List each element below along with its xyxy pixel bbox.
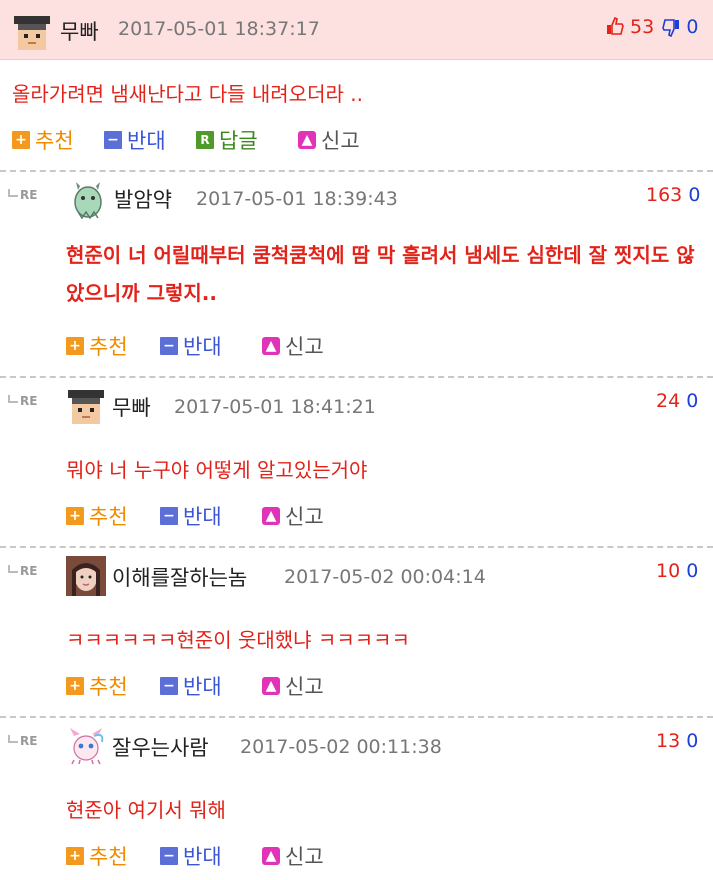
minus-icon: − xyxy=(104,131,122,149)
oppose-label: 반대 xyxy=(127,129,166,153)
reply-label: 답글 xyxy=(219,129,258,153)
siren-icon: ▲ xyxy=(262,507,280,525)
re-marker: RE xyxy=(8,734,37,748)
reply-comment: RE 잘우는사람 2017-05-02 00:11:38 13 0 현준아 여기… xyxy=(0,718,713,880)
comment-body: 현준이 너 어릴때부터 쿰척쿰척에 땀 막 흘려서 냄세도 심한데 잘 찟지도 … xyxy=(66,243,695,305)
recommend-button[interactable]: + 추천 xyxy=(66,332,128,360)
comment-body: 뭐야 너 누구야 어떻게 알고있는거야 xyxy=(66,458,368,482)
report-label: 신고 xyxy=(285,335,324,359)
upvote-count: 163 xyxy=(646,184,683,206)
reply-button[interactable]: R 답글 xyxy=(196,126,258,154)
minus-icon: − xyxy=(160,677,178,695)
downvote-count: 0 xyxy=(686,16,699,38)
comment-date: 2017-05-02 00:04:14 xyxy=(284,566,486,588)
comment-date: 2017-05-02 00:11:38 xyxy=(240,736,442,758)
plus-icon: + xyxy=(66,507,84,525)
siren-icon: ▲ xyxy=(298,131,316,149)
recommend-label: 추천 xyxy=(89,675,128,699)
re-marker: RE xyxy=(8,188,37,202)
report-label: 신고 xyxy=(285,845,324,869)
comment-body: ㅋㅋㅋㅋㅋㅋ현준이 웃대했냐 ㅋㅋㅋㅋㅋ xyxy=(66,628,410,652)
comment-header: 무빠 2017-05-01 18:37:17 53 0 xyxy=(0,0,713,60)
siren-icon: ▲ xyxy=(262,677,280,695)
comment-date: 2017-05-01 18:37:17 xyxy=(118,18,320,40)
vote-counts: 53 0 xyxy=(606,16,698,38)
top-comment: 무빠 2017-05-01 18:37:17 53 0 올라가려면 냄새난다고 … xyxy=(0,0,713,170)
oppose-button[interactable]: − 반대 xyxy=(104,126,166,154)
thumbs-up-icon[interactable] xyxy=(606,16,624,35)
comment-date: 2017-05-01 18:39:43 xyxy=(196,188,398,210)
recommend-button[interactable]: + 추천 xyxy=(66,502,128,530)
reply-comment: RE 무빠 2017-05-01 18:41:21 24 0 뭐야 너 누구야 … xyxy=(0,378,713,542)
report-button[interactable]: ▲ 신고 xyxy=(262,672,324,700)
photo-avatar-icon[interactable] xyxy=(66,556,106,596)
siren-icon: ▲ xyxy=(262,337,280,355)
ghost-avatar-icon[interactable] xyxy=(68,180,108,220)
plus-icon: + xyxy=(66,847,84,865)
re-marker: RE xyxy=(8,394,37,408)
oppose-label: 반대 xyxy=(183,675,222,699)
downvote-count: 0 xyxy=(686,730,699,752)
minus-icon: − xyxy=(160,847,178,865)
author-name[interactable]: 무빠 xyxy=(112,392,151,422)
plus-icon: + xyxy=(66,677,84,695)
report-label: 신고 xyxy=(285,675,324,699)
downvote-count: 0 xyxy=(686,390,699,412)
reply-comment: RE 발암약 2017-05-01 18:39:43 163 0 현준이 너 어… xyxy=(0,172,713,372)
plus-icon: + xyxy=(12,131,30,149)
vote-counts: 24 0 xyxy=(656,390,698,412)
recommend-button[interactable]: + 추천 xyxy=(66,672,128,700)
report-button[interactable]: ▲ 신고 xyxy=(262,502,324,530)
pixel-avatar-icon[interactable] xyxy=(66,386,106,426)
downvote-count: 0 xyxy=(686,560,699,582)
minus-icon: − xyxy=(160,337,178,355)
report-button[interactable]: ▲ 신고 xyxy=(262,842,324,870)
upvote-count: 24 xyxy=(656,390,681,412)
reply-comment: RE 이해를잘하는놈 2017-05-02 00:04:14 10 0 ㅋㅋㅋㅋ… xyxy=(0,548,713,712)
vote-counts: 10 0 xyxy=(656,560,698,582)
recommend-label: 추천 xyxy=(89,845,128,869)
upvote-count: 53 xyxy=(630,16,655,38)
pixel-avatar-icon[interactable] xyxy=(12,12,52,52)
recommend-button[interactable]: + 추천 xyxy=(66,842,128,870)
creature-avatar-icon[interactable] xyxy=(66,726,106,766)
comment-date: 2017-05-01 18:41:21 xyxy=(174,396,376,418)
upvote-count: 10 xyxy=(656,560,681,582)
report-label: 신고 xyxy=(285,505,324,529)
oppose-label: 반대 xyxy=(183,335,222,359)
downvote-count: 0 xyxy=(688,184,701,206)
recommend-label: 추천 xyxy=(35,129,74,153)
vote-counts: 163 0 xyxy=(646,184,700,206)
recommend-button[interactable]: + 추천 xyxy=(12,126,74,154)
author-name[interactable]: 발암약 xyxy=(114,184,172,214)
author-name[interactable]: 잘우는사람 xyxy=(112,732,209,762)
comment-body: 올라가려면 냄새난다고 다들 내려오더라 .. xyxy=(12,82,363,106)
oppose-button[interactable]: − 반대 xyxy=(160,842,222,870)
report-label: 신고 xyxy=(321,129,360,153)
oppose-label: 반대 xyxy=(183,845,222,869)
vote-counts: 13 0 xyxy=(656,730,698,752)
thumbs-down-icon[interactable] xyxy=(662,19,680,38)
author-name[interactable]: 이해를잘하는놈 xyxy=(112,562,247,592)
report-button[interactable]: ▲ 신고 xyxy=(298,126,360,154)
reply-icon: R xyxy=(196,131,214,149)
report-button[interactable]: ▲ 신고 xyxy=(262,332,324,360)
oppose-button[interactable]: − 반대 xyxy=(160,502,222,530)
recommend-label: 추천 xyxy=(89,335,128,359)
plus-icon: + xyxy=(66,337,84,355)
re-marker: RE xyxy=(8,564,37,578)
upvote-count: 13 xyxy=(656,730,681,752)
oppose-button[interactable]: − 반대 xyxy=(160,672,222,700)
minus-icon: − xyxy=(160,507,178,525)
oppose-button[interactable]: − 반대 xyxy=(160,332,222,360)
siren-icon: ▲ xyxy=(262,847,280,865)
oppose-label: 반대 xyxy=(183,505,222,529)
recommend-label: 추천 xyxy=(89,505,128,529)
comment-body: 현준아 여기서 뭐해 xyxy=(66,798,226,822)
author-name[interactable]: 무빠 xyxy=(60,16,99,46)
